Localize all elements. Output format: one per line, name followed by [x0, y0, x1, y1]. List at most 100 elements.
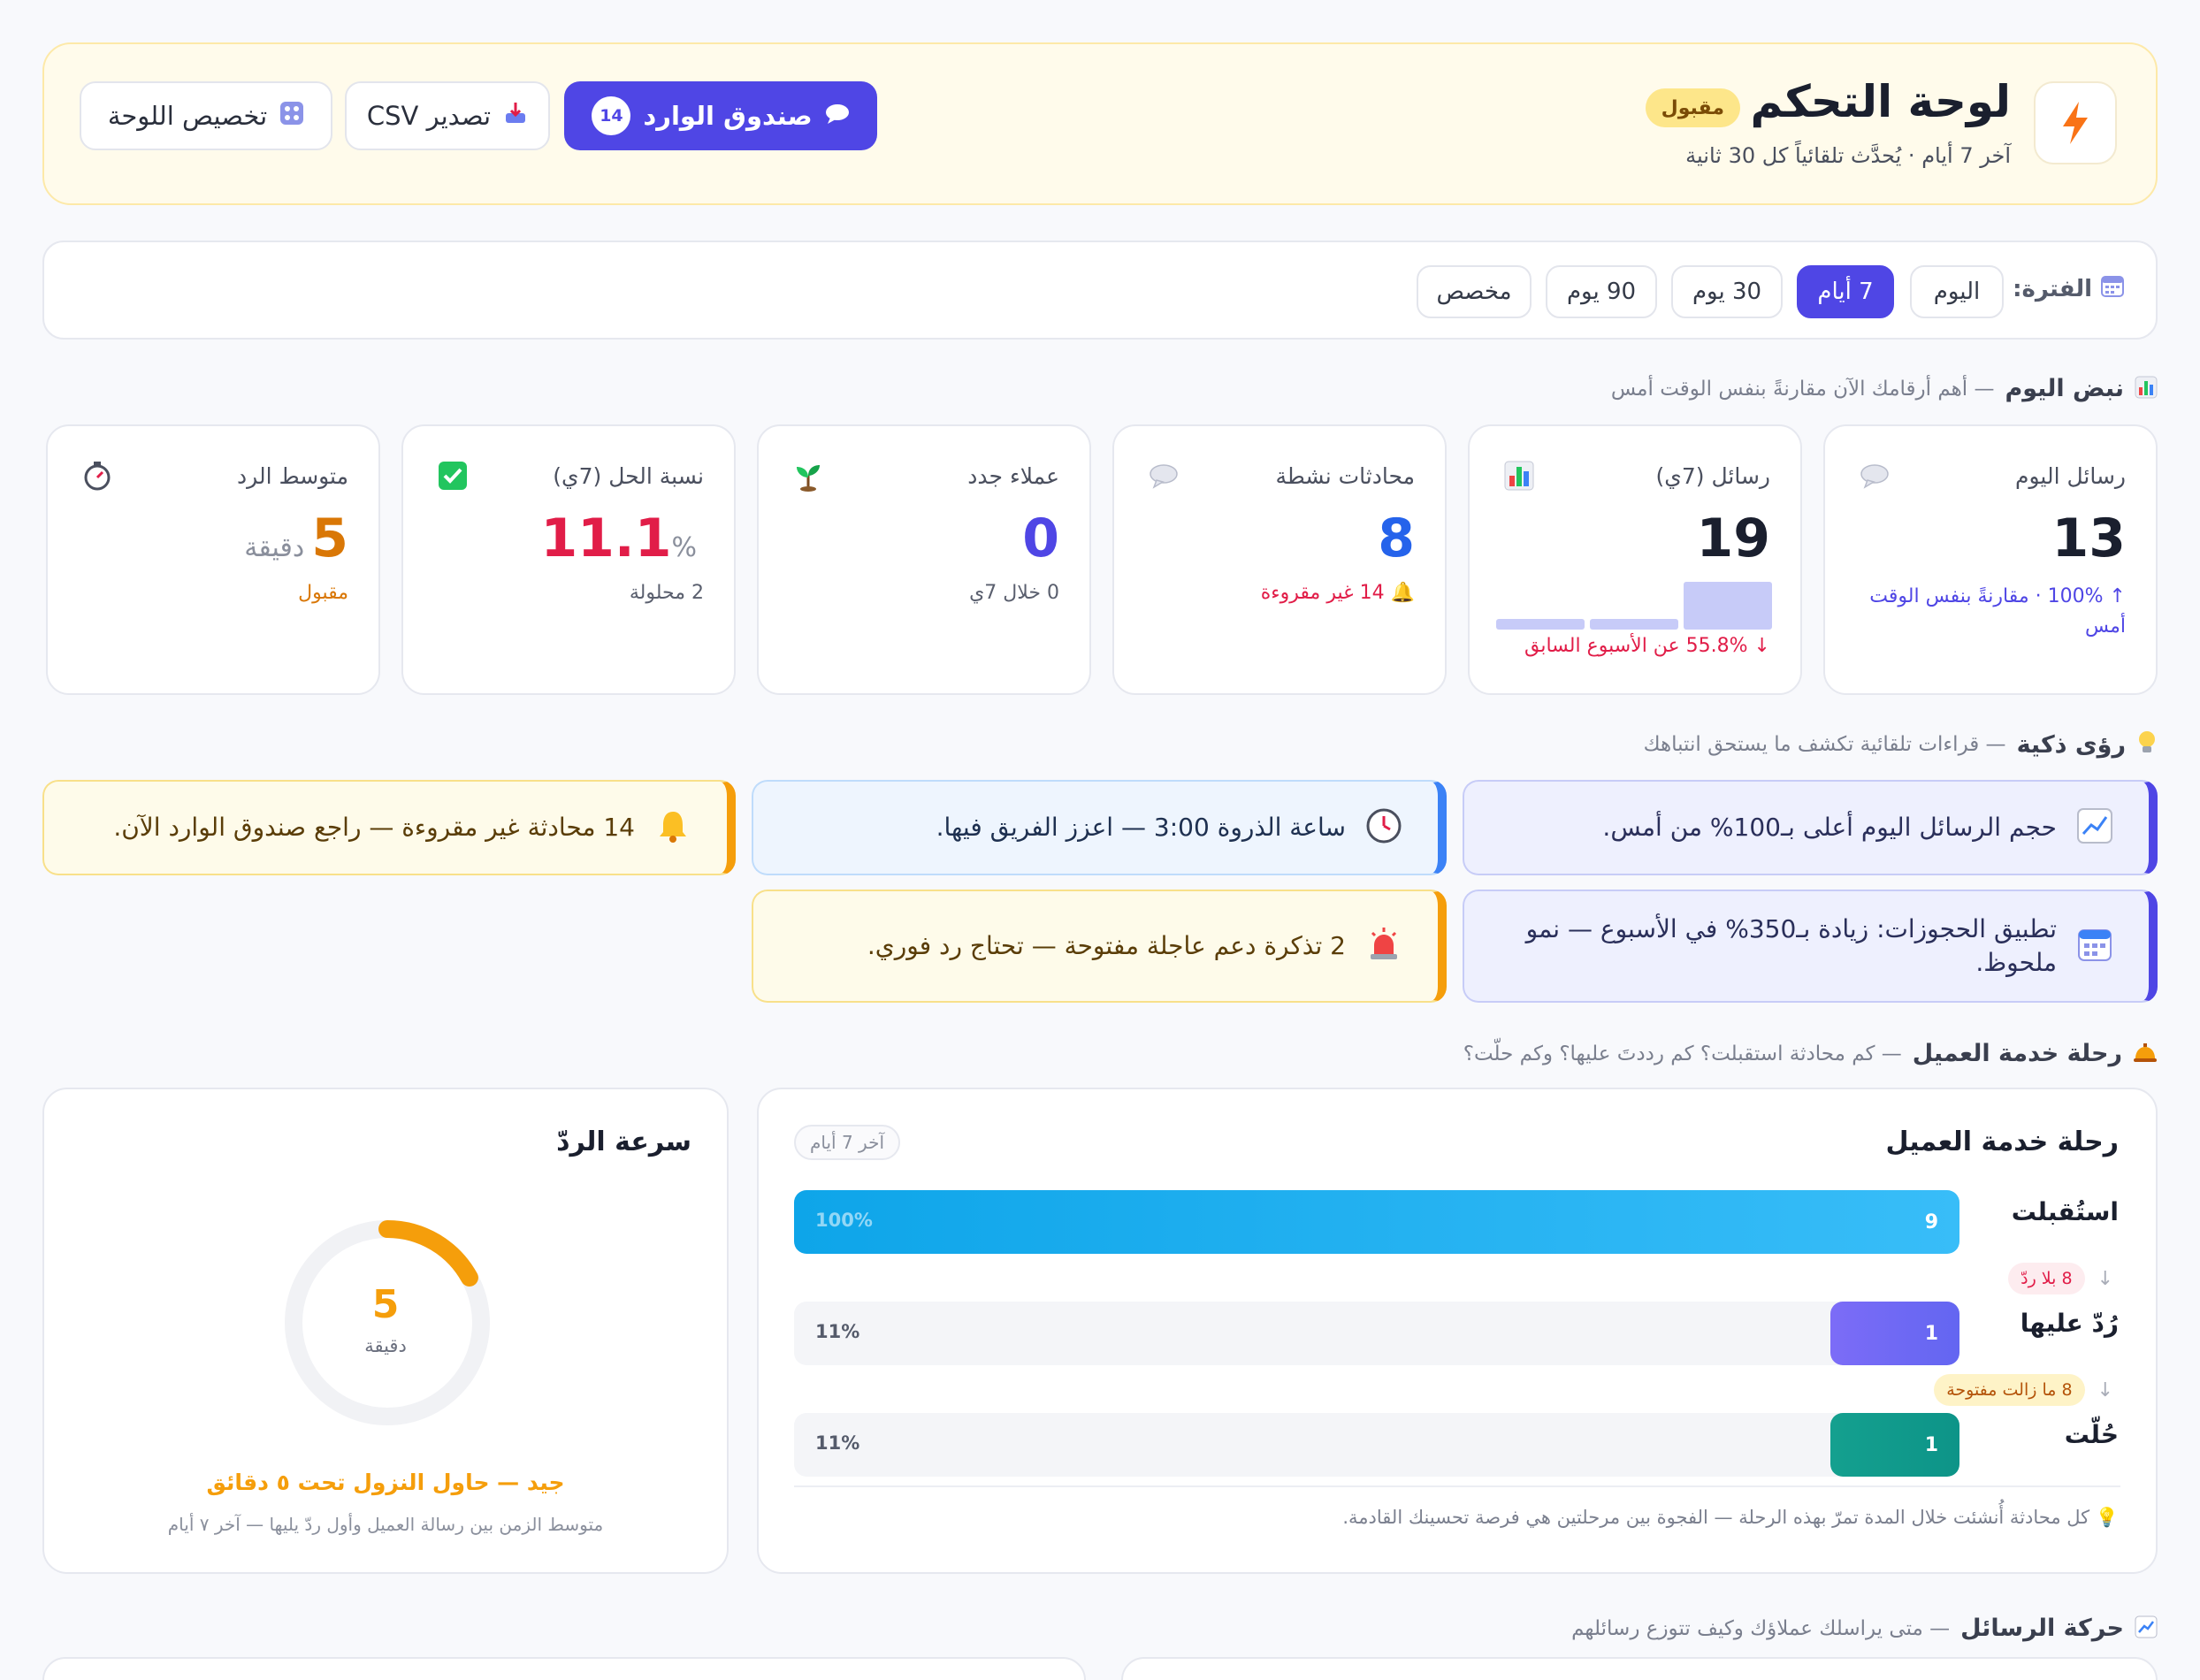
speed-description: متوسط الزمن بين رسالة العميل وأول ردّ يل…: [167, 1514, 604, 1535]
kpi-note: 0 خلال 7ي: [969, 582, 1059, 604]
kpi-label: نسبة الحل (7ي): [553, 463, 704, 489]
journey-title: رحلة خدمة العميل: [1885, 1126, 2119, 1157]
kpi-value-unit: %: [671, 532, 697, 563]
speed-value: 5: [371, 1282, 400, 1327]
insight-text: ساعة الذروة 3:00 — اعزز الفريق فيها.: [936, 813, 1346, 842]
sparkline-bar: [1590, 619, 1678, 630]
kpi-card-active-conversations[interactable]: محادثات نشطة 8 🔔 14 غير مقروءة: [1112, 424, 1447, 695]
stage-label-received: استُقبلت: [2011, 1197, 2119, 1226]
stage-label-replied: رُدّ عليها: [2020, 1309, 2119, 1338]
traffic-card: [42, 1657, 1086, 1680]
journey-note: 💡 كل محادثة أُنشئت خلال المدة تمرّ بهذه …: [1342, 1507, 2119, 1528]
stage-bar-replied[interactable]: 1 11%: [794, 1302, 1959, 1365]
stage-percent: 11%: [815, 1321, 860, 1342]
speed-status: جيد — حاول النزول تحت ٥ دقائق: [206, 1470, 565, 1495]
stage-percent: 11%: [815, 1432, 860, 1454]
kpi-unread-note: 🔔 14 غير مقروءة: [1260, 582, 1415, 604]
page-title: لوحة التحكم: [1750, 76, 2011, 127]
traffic-section-heading: حركة الرسائل — متى يراسلك عملاؤك وكيف تت…: [1571, 1615, 2158, 1642]
stage-bar-resolved[interactable]: 1 11%: [794, 1413, 1959, 1477]
traffic-card: [1121, 1657, 2158, 1680]
insight-card[interactable]: ساعة الذروة 3:00 — اعزز الفريق فيها.: [752, 780, 1447, 875]
stage-fill: 1: [1830, 1302, 1959, 1365]
traffic-section-desc: — متى يراسلك عملاؤك وكيف تتوزع رسائلهم: [1571, 1616, 1951, 1640]
kpi-value: 13: [2051, 508, 2127, 569]
calendar-icon: [2076, 926, 2113, 966]
stage-fill: 9: [794, 1190, 1959, 1254]
speed-title: سرعة الردّ: [556, 1126, 691, 1157]
kpi-trend-note: ↓ 55.8% عن الأسبوع السابق: [1524, 635, 1770, 657]
page-subtitle: آخر 7 أيام · يُحدَّث تلقائياً كل 30 ثاني…: [1685, 143, 2011, 168]
trend-up-icon: [2135, 1615, 2158, 1642]
kpi-note: 2 محلولة: [629, 582, 704, 604]
kpi-status-note: مقبول: [298, 582, 348, 604]
bar-chart-icon: [2135, 376, 2158, 402]
kpi-card-messages-today[interactable]: رسائل اليوم 13 ↑ 100% · مقارنةً بنفس الو…: [1823, 424, 2158, 695]
kpi-card-new-customers[interactable]: عملاء جدد 0 0 خلال 7ي: [757, 424, 1091, 695]
period-option-90-days[interactable]: 90 يوم: [1546, 265, 1657, 318]
drop-off-pill: 8 بلا ردّ: [2008, 1263, 2085, 1294]
period-option-7-days[interactable]: 7 أيام: [1797, 265, 1894, 318]
journey-section-title: رحلة خدمة العميل: [1912, 1040, 2122, 1067]
drop-off-pill: 8 ما زالت مفتوحة: [1934, 1374, 2085, 1406]
kpi-trend-note: ↑ 100% · مقارنةً بنفس الوقت أمس: [1869, 585, 2126, 638]
bell-icon: [654, 807, 691, 848]
period-option-today[interactable]: اليوم: [1910, 265, 2004, 318]
insight-text: حجم الرسائل اليوم أعلى بـ100% من أمس.: [1602, 813, 2057, 842]
pulse-section-desc: — أهم أرقامك الآن مقارنةً بنفس الوقت أمس: [1610, 377, 1995, 401]
speed-unit: دقيقة: [364, 1335, 407, 1356]
insight-card[interactable]: حجم الرسائل اليوم أعلى بـ100% من أمس.: [1463, 780, 2158, 875]
journey-section-heading: رحلة خدمة العميل — كم محادثة استقبلت؟ كم…: [1463, 1040, 2158, 1067]
insights-section-desc: — قراءات تلقائية تكشف ما يستحق انتباهك: [1643, 733, 2006, 756]
customize-dashboard-button[interactable]: تخصيص اللوحة: [80, 81, 332, 150]
stage-bar-received[interactable]: 9 100%: [794, 1190, 1959, 1254]
dashboard-header: لوحة التحكم مقبول آخر 7 أيام · يُحدَّث ت…: [42, 42, 2158, 205]
stage-label-resolved: حُلّت: [2064, 1420, 2119, 1449]
stage-fill: 1: [1830, 1413, 1959, 1477]
kpi-value: 5دقيقة: [244, 508, 348, 569]
trend-up-icon: [2076, 807, 2113, 848]
kpi-card-avg-response[interactable]: متوسط الرد 5دقيقة مقبول: [46, 424, 380, 695]
export-label: تصدير CSV: [366, 101, 492, 131]
period-label: الفترة:: [2013, 274, 2124, 303]
kpi-value: 0: [1022, 508, 1059, 569]
drop-off-indicator: ↓ 8 بلا ردّ: [2008, 1263, 2113, 1294]
arrow-down-icon: ↓: [2097, 1267, 2113, 1290]
kpi-card-messages-7d[interactable]: رسائل (7ي) 19 ↓ 55.8% عن الأسبوع السابق: [1468, 424, 1802, 695]
insight-card[interactable]: تطبيق الحجوزات: زيادة بـ350% في الأسبوع …: [1463, 890, 2158, 1003]
bar-chart-icon: [1503, 460, 1535, 492]
kpi-card-resolution-rate[interactable]: نسبة الحل (7ي) 11.1% 2 محلولة: [401, 424, 736, 695]
kpi-label: رسائل (7ي): [1655, 463, 1770, 489]
insights-section-heading: رؤى ذكية — قراءات تلقائية تكشف ما يستحق …: [1644, 730, 2158, 759]
insight-card[interactable]: 2 تذكرة دعم عاجلة مفتوحة — تحتاج رد فوري…: [752, 890, 1447, 1003]
kpi-label: متوسط الرد: [237, 463, 348, 489]
messages-sparkline: [1496, 582, 1772, 630]
traffic-section-title: حركة الرسائل: [1960, 1615, 2124, 1642]
kpi-value: 8: [1378, 508, 1415, 569]
kpi-value: 11.1%: [540, 508, 704, 569]
period-option-custom[interactable]: مخصص: [1417, 265, 1532, 318]
insight-card[interactable]: 14 محادثة غير مقروءة — راجع صندوق الوارد…: [42, 780, 736, 875]
control-knobs-icon: [279, 101, 304, 132]
journey-section-desc: — كم محادثة استقبلت؟ كم رددتَ عليها؟ وكم…: [1463, 1042, 1902, 1065]
bellhop-bell-icon: [2133, 1041, 2158, 1067]
insights-section-title: رؤى ذكية: [2016, 730, 2126, 759]
check-box-icon: [437, 460, 469, 492]
customize-label: تخصيص اللوحة: [107, 101, 268, 131]
pulse-section-title: نبض اليوم: [2005, 375, 2124, 402]
siren-icon: [1365, 926, 1402, 966]
sparkline-bar: [1496, 619, 1585, 630]
stage-count: 9: [1924, 1210, 1938, 1233]
arrow-down-icon: ↓: [2097, 1378, 2113, 1401]
inbox-button[interactable]: صندوق الوارد 14: [564, 81, 877, 150]
export-csv-button[interactable]: تصدير CSV: [345, 81, 550, 150]
stage-percent: 100%: [815, 1210, 873, 1231]
response-speed-card: سرعة الردّ 5 دقيقة جيد — حاول النزول تحت…: [42, 1088, 729, 1574]
journey-divider: [794, 1485, 2120, 1487]
clock-icon: [1365, 807, 1402, 848]
period-option-30-days[interactable]: 30 يوم: [1671, 265, 1783, 318]
kpi-label: محادثات نشطة: [1275, 463, 1415, 489]
speech-bubble-icon: [1859, 460, 1891, 492]
stage-count: 1: [1924, 1433, 1938, 1456]
customer-journey-card: رحلة خدمة العميل آخر 7 أيام استُقبلت 9 1…: [757, 1088, 2158, 1574]
